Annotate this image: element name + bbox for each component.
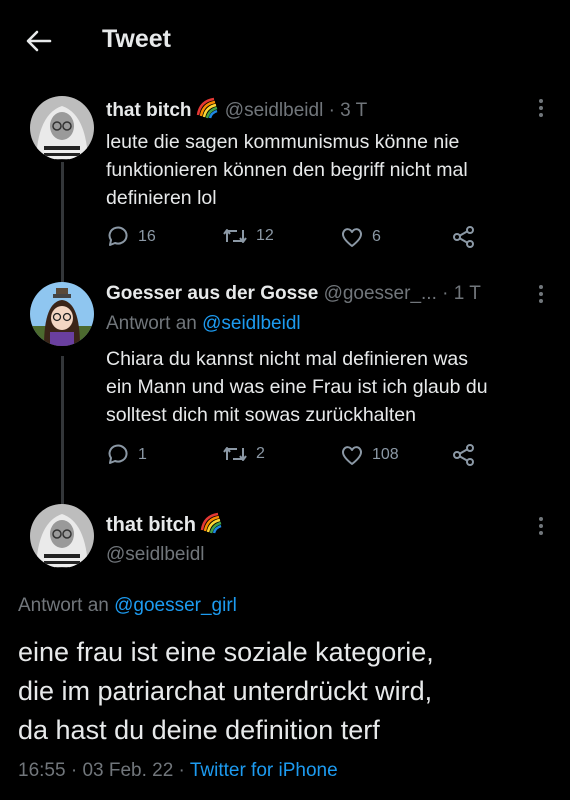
tweet-header: that bitch @seidlbeidl · 3 T: [106, 97, 367, 125]
text-line: da hast du deine definition terf: [18, 715, 380, 745]
text-line: funktionieren können den begriff nicht m…: [106, 159, 468, 181]
like-button[interactable]: 6: [340, 226, 381, 248]
reply-prefix: Antwort an: [18, 595, 109, 616]
reply-button[interactable]: 1: [106, 444, 147, 466]
profile-picture-icon: [30, 282, 94, 346]
tweet-actions: 16 12 6: [106, 226, 486, 256]
tweet-text: Chiara du kannst nicht mal definieren wa…: [106, 345, 488, 429]
share-icon: [453, 444, 474, 466]
profile-photo-icon: [30, 504, 94, 568]
timestamp[interactable]: · 3 T: [329, 100, 368, 121]
tweet-header: Goesser aus der Gosse @goesser_... · 1 T: [106, 283, 481, 305]
arrow-left-icon: [26, 30, 52, 52]
source-link[interactable]: Twitter for iPhone: [190, 760, 338, 781]
text-line: leute die sagen kommunismus könne nie: [106, 131, 460, 153]
retweet-button[interactable]: 2: [222, 444, 265, 464]
text-line: eine frau ist eine soziale kategorie,: [18, 637, 434, 667]
profile-photo-icon: [30, 96, 94, 160]
text-line: ein Mann und was eine Frau ist ich glaub…: [106, 376, 488, 398]
reply-icon: [108, 444, 128, 464]
avatar[interactable]: [30, 504, 94, 568]
reply-count: 16: [138, 228, 156, 245]
retweet-button[interactable]: 12: [222, 226, 274, 246]
more-options-icon[interactable]: [536, 282, 546, 306]
mention-link[interactable]: @goesser_girl: [114, 595, 237, 616]
tweet-metadata: 16:55 · 03 Feb. 22 · Twitter for iPhone: [18, 760, 338, 781]
post-date[interactable]: 03 Feb. 22: [82, 760, 173, 781]
rainbow-icon: [196, 97, 218, 125]
reply-count: 1: [138, 446, 147, 463]
reply-context: Antwort an @seidlbeidl: [106, 313, 301, 335]
share-button[interactable]: [452, 444, 476, 466]
back-button[interactable]: [22, 24, 56, 58]
display-name[interactable]: Goesser aus der Gosse: [106, 283, 318, 304]
reply-prefix: Antwort an: [106, 313, 197, 334]
retweet-count: 2: [256, 445, 265, 462]
thread-line: [61, 356, 64, 504]
thread-line: [61, 162, 64, 282]
like-count: 6: [372, 228, 381, 245]
main-tweet-text: eine frau ist eine soziale kategorie, di…: [18, 633, 434, 750]
reply-button[interactable]: 16: [106, 226, 156, 248]
text-line: solltest dich mit sowas zurückhalten: [106, 404, 416, 426]
share-button[interactable]: [452, 226, 476, 248]
like-count: 108: [372, 446, 399, 463]
share-icon: [453, 226, 474, 248]
text-line: definieren lol: [106, 187, 217, 209]
heart-icon: [341, 446, 363, 465]
tweet-text: leute die sagen kommunismus könne nie fu…: [106, 128, 468, 212]
more-options-icon[interactable]: [536, 514, 546, 538]
avatar[interactable]: [30, 96, 94, 160]
handle[interactable]: @seidlbeidl: [106, 544, 205, 566]
heart-icon: [341, 228, 363, 247]
rainbow-icon: [200, 512, 222, 540]
mention-link[interactable]: @seidlbeidl: [202, 313, 301, 334]
reply-context: Antwort an @goesser_girl: [18, 595, 237, 617]
handle[interactable]: @seidlbeidl: [225, 100, 324, 121]
text-line: die im patriarchat unterdrückt wird,: [18, 676, 433, 706]
handle[interactable]: @goesser_...: [324, 283, 437, 304]
display-name[interactable]: that bitch: [106, 100, 192, 121]
timestamp[interactable]: · 1 T: [442, 283, 481, 304]
retweet-count: 12: [256, 227, 274, 244]
top-bar: Tweet: [0, 0, 570, 80]
retweet-icon: [223, 447, 247, 461]
display-name[interactable]: that bitch: [106, 514, 196, 536]
text-line: Chiara du kannst nicht mal definieren wa…: [106, 348, 469, 370]
main-tweet-author: that bitch: [106, 512, 224, 540]
page-title: Tweet: [102, 25, 171, 53]
retweet-icon: [223, 229, 247, 243]
post-time[interactable]: 16:55: [18, 760, 66, 781]
more-options-icon[interactable]: [536, 96, 546, 120]
reply-icon: [108, 226, 128, 246]
avatar[interactable]: [30, 282, 94, 346]
tweet-actions: 1 2 108: [106, 444, 486, 474]
like-button[interactable]: 108: [340, 444, 399, 466]
